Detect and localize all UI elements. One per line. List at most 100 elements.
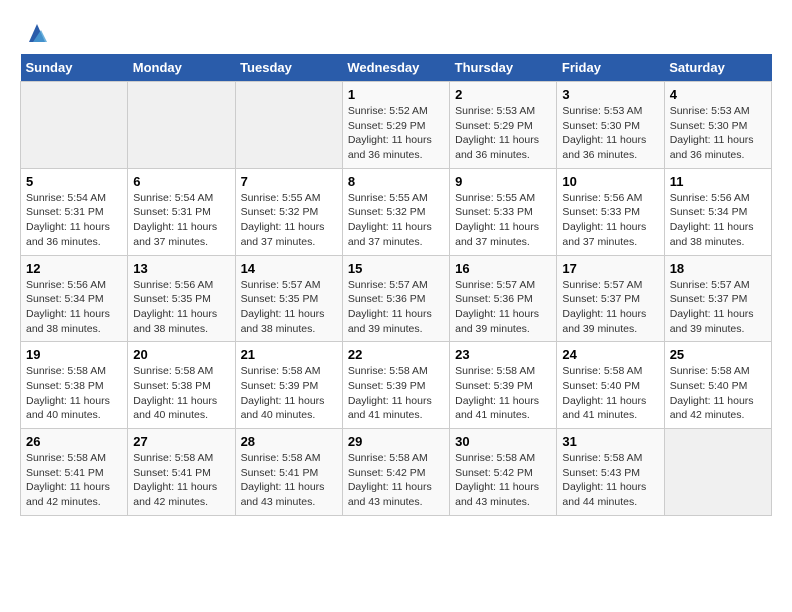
daylight-text: Daylight: 11 hours and 37 minutes.	[562, 221, 646, 248]
day-info: Sunrise: 5:58 AM Sunset: 5:43 PM Dayligh…	[562, 451, 658, 510]
daylight-text: Daylight: 11 hours and 43 minutes.	[241, 481, 325, 508]
sunset-text: Sunset: 5:31 PM	[26, 206, 104, 218]
sunset-text: Sunset: 5:40 PM	[670, 380, 748, 392]
day-number: 13	[133, 261, 229, 276]
daylight-text: Daylight: 11 hours and 41 minutes.	[348, 395, 432, 422]
calendar-cell: 6 Sunrise: 5:54 AM Sunset: 5:31 PM Dayli…	[128, 168, 235, 255]
daylight-text: Daylight: 11 hours and 39 minutes.	[562, 308, 646, 335]
daylight-text: Daylight: 11 hours and 40 minutes.	[241, 395, 325, 422]
daylight-text: Daylight: 11 hours and 43 minutes.	[455, 481, 539, 508]
sunrise-text: Sunrise: 5:52 AM	[348, 105, 428, 117]
sunset-text: Sunset: 5:37 PM	[670, 293, 748, 305]
daylight-text: Daylight: 11 hours and 40 minutes.	[26, 395, 110, 422]
day-number: 18	[670, 261, 766, 276]
day-number: 14	[241, 261, 337, 276]
day-number: 25	[670, 347, 766, 362]
day-info: Sunrise: 5:58 AM Sunset: 5:40 PM Dayligh…	[562, 364, 658, 423]
sunrise-text: Sunrise: 5:54 AM	[133, 192, 213, 204]
day-info: Sunrise: 5:55 AM Sunset: 5:32 PM Dayligh…	[241, 191, 337, 250]
day-info: Sunrise: 5:58 AM Sunset: 5:39 PM Dayligh…	[348, 364, 444, 423]
daylight-text: Daylight: 11 hours and 36 minutes.	[348, 134, 432, 161]
calendar-cell: 1 Sunrise: 5:52 AM Sunset: 5:29 PM Dayli…	[342, 82, 449, 169]
sunset-text: Sunset: 5:33 PM	[455, 206, 533, 218]
sunset-text: Sunset: 5:32 PM	[348, 206, 426, 218]
day-info: Sunrise: 5:58 AM Sunset: 5:39 PM Dayligh…	[455, 364, 551, 423]
day-info: Sunrise: 5:52 AM Sunset: 5:29 PM Dayligh…	[348, 104, 444, 163]
day-info: Sunrise: 5:58 AM Sunset: 5:38 PM Dayligh…	[26, 364, 122, 423]
day-info: Sunrise: 5:53 AM Sunset: 5:30 PM Dayligh…	[670, 104, 766, 163]
calendar-cell	[664, 429, 771, 516]
daylight-text: Daylight: 11 hours and 41 minutes.	[562, 395, 646, 422]
daylight-text: Daylight: 11 hours and 36 minutes.	[455, 134, 539, 161]
calendar-cell: 25 Sunrise: 5:58 AM Sunset: 5:40 PM Dayl…	[664, 342, 771, 429]
day-info: Sunrise: 5:57 AM Sunset: 5:36 PM Dayligh…	[348, 278, 444, 337]
sunrise-text: Sunrise: 5:58 AM	[133, 452, 213, 464]
calendar-week-row: 19 Sunrise: 5:58 AM Sunset: 5:38 PM Dayl…	[21, 342, 772, 429]
daylight-text: Daylight: 11 hours and 37 minutes.	[241, 221, 325, 248]
sunset-text: Sunset: 5:41 PM	[133, 467, 211, 479]
day-info: Sunrise: 5:57 AM Sunset: 5:37 PM Dayligh…	[670, 278, 766, 337]
sunrise-text: Sunrise: 5:55 AM	[455, 192, 535, 204]
weekday-header-sunday: Sunday	[21, 54, 128, 82]
sunset-text: Sunset: 5:39 PM	[241, 380, 319, 392]
day-info: Sunrise: 5:54 AM Sunset: 5:31 PM Dayligh…	[133, 191, 229, 250]
sunset-text: Sunset: 5:35 PM	[133, 293, 211, 305]
logo-icon	[23, 20, 51, 48]
calendar-cell: 9 Sunrise: 5:55 AM Sunset: 5:33 PM Dayli…	[450, 168, 557, 255]
sunset-text: Sunset: 5:36 PM	[455, 293, 533, 305]
calendar-cell: 19 Sunrise: 5:58 AM Sunset: 5:38 PM Dayl…	[21, 342, 128, 429]
day-number: 6	[133, 174, 229, 189]
sunset-text: Sunset: 5:42 PM	[348, 467, 426, 479]
daylight-text: Daylight: 11 hours and 39 minutes.	[348, 308, 432, 335]
daylight-text: Daylight: 11 hours and 39 minutes.	[455, 308, 539, 335]
sunrise-text: Sunrise: 5:58 AM	[26, 365, 106, 377]
day-info: Sunrise: 5:55 AM Sunset: 5:32 PM Dayligh…	[348, 191, 444, 250]
sunrise-text: Sunrise: 5:58 AM	[455, 452, 535, 464]
sunrise-text: Sunrise: 5:57 AM	[455, 279, 535, 291]
sunrise-text: Sunrise: 5:58 AM	[670, 365, 750, 377]
sunset-text: Sunset: 5:30 PM	[670, 120, 748, 132]
sunset-text: Sunset: 5:35 PM	[241, 293, 319, 305]
day-info: Sunrise: 5:57 AM Sunset: 5:37 PM Dayligh…	[562, 278, 658, 337]
sunrise-text: Sunrise: 5:56 AM	[133, 279, 213, 291]
day-info: Sunrise: 5:58 AM Sunset: 5:40 PM Dayligh…	[670, 364, 766, 423]
day-number: 4	[670, 87, 766, 102]
calendar-cell: 29 Sunrise: 5:58 AM Sunset: 5:42 PM Dayl…	[342, 429, 449, 516]
day-number: 10	[562, 174, 658, 189]
day-number: 5	[26, 174, 122, 189]
daylight-text: Daylight: 11 hours and 42 minutes.	[133, 481, 217, 508]
day-info: Sunrise: 5:53 AM Sunset: 5:29 PM Dayligh…	[455, 104, 551, 163]
sunrise-text: Sunrise: 5:58 AM	[241, 452, 321, 464]
day-info: Sunrise: 5:54 AM Sunset: 5:31 PM Dayligh…	[26, 191, 122, 250]
day-number: 12	[26, 261, 122, 276]
calendar-cell: 22 Sunrise: 5:58 AM Sunset: 5:39 PM Dayl…	[342, 342, 449, 429]
daylight-text: Daylight: 11 hours and 38 minutes.	[133, 308, 217, 335]
calendar-header-row: SundayMondayTuesdayWednesdayThursdayFrid…	[21, 54, 772, 82]
sunrise-text: Sunrise: 5:56 AM	[670, 192, 750, 204]
daylight-text: Daylight: 11 hours and 43 minutes.	[348, 481, 432, 508]
day-number: 26	[26, 434, 122, 449]
calendar-cell	[21, 82, 128, 169]
sunrise-text: Sunrise: 5:54 AM	[26, 192, 106, 204]
daylight-text: Daylight: 11 hours and 40 minutes.	[133, 395, 217, 422]
day-number: 16	[455, 261, 551, 276]
calendar-cell: 28 Sunrise: 5:58 AM Sunset: 5:41 PM Dayl…	[235, 429, 342, 516]
day-number: 2	[455, 87, 551, 102]
day-number: 21	[241, 347, 337, 362]
sunset-text: Sunset: 5:37 PM	[562, 293, 640, 305]
day-number: 15	[348, 261, 444, 276]
day-number: 22	[348, 347, 444, 362]
sunrise-text: Sunrise: 5:58 AM	[133, 365, 213, 377]
daylight-text: Daylight: 11 hours and 36 minutes.	[26, 221, 110, 248]
day-number: 11	[670, 174, 766, 189]
calendar-cell: 13 Sunrise: 5:56 AM Sunset: 5:35 PM Dayl…	[128, 255, 235, 342]
calendar-week-row: 12 Sunrise: 5:56 AM Sunset: 5:34 PM Dayl…	[21, 255, 772, 342]
day-info: Sunrise: 5:58 AM Sunset: 5:38 PM Dayligh…	[133, 364, 229, 423]
calendar-cell: 30 Sunrise: 5:58 AM Sunset: 5:42 PM Dayl…	[450, 429, 557, 516]
calendar-cell: 12 Sunrise: 5:56 AM Sunset: 5:34 PM Dayl…	[21, 255, 128, 342]
day-info: Sunrise: 5:58 AM Sunset: 5:42 PM Dayligh…	[348, 451, 444, 510]
sunset-text: Sunset: 5:31 PM	[133, 206, 211, 218]
calendar-cell: 2 Sunrise: 5:53 AM Sunset: 5:29 PM Dayli…	[450, 82, 557, 169]
calendar-week-row: 5 Sunrise: 5:54 AM Sunset: 5:31 PM Dayli…	[21, 168, 772, 255]
sunrise-text: Sunrise: 5:58 AM	[455, 365, 535, 377]
